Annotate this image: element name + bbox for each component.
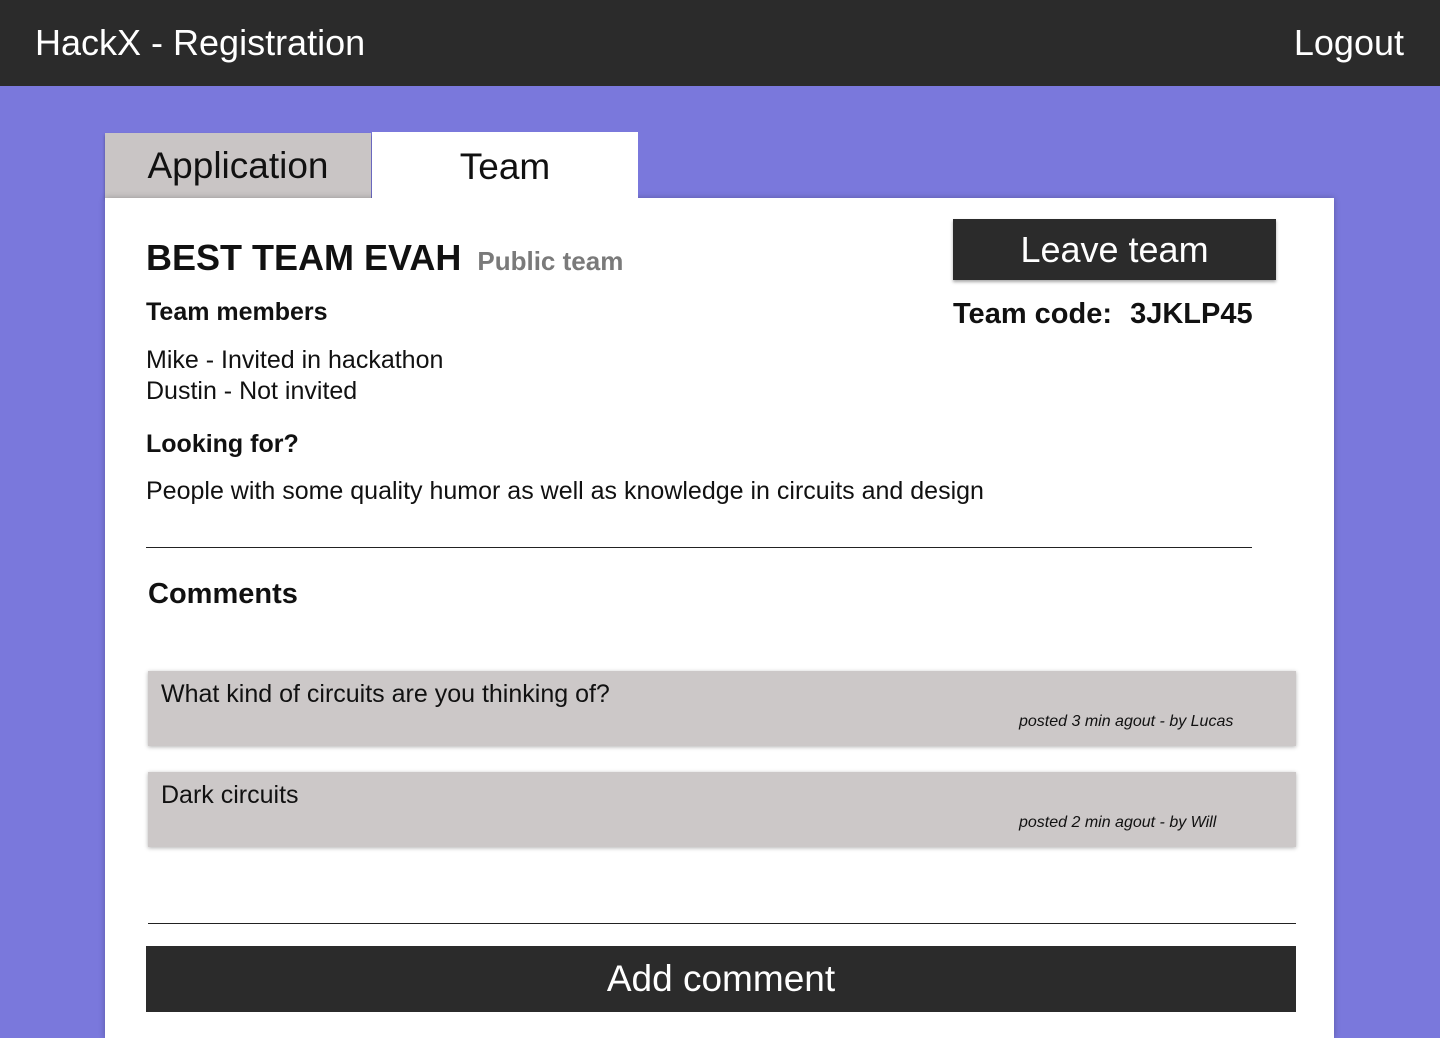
team-members-list: Mike - Invited in hackathon Dustin - Not… xyxy=(146,345,443,407)
list-item: Mike - Invited in hackathon xyxy=(146,346,444,374)
comment-input-line[interactable] xyxy=(148,923,1296,924)
team-name: BEST TEAM EVAH xyxy=(146,237,462,278)
logout-link[interactable]: Logout xyxy=(1294,20,1404,66)
comment-card: Dark circuits posted 2 min agout - by Wi… xyxy=(148,772,1296,847)
team-panel: BEST TEAM EVAH Public team Leave team Te… xyxy=(105,198,1334,1038)
looking-for-text: People with some quality humor as well a… xyxy=(146,477,984,505)
list-item: Dustin - Not invited xyxy=(146,377,358,405)
team-visibility-label: Public team xyxy=(477,246,624,276)
add-comment-button[interactable]: Add comment xyxy=(146,946,1296,1012)
comment-meta: posted 2 min agout - by Will xyxy=(1019,814,1217,831)
app-title: HackX - Registration xyxy=(35,22,366,63)
looking-for-heading: Looking for? xyxy=(146,430,299,458)
team-name-heading: BEST TEAM EVAH Public team xyxy=(146,236,623,283)
comment-text: Dark circuits xyxy=(161,781,299,809)
divider xyxy=(146,547,1252,548)
leave-team-button[interactable]: Leave team xyxy=(953,219,1276,280)
comment-card: What kind of circuits are you thinking o… xyxy=(148,671,1296,746)
comment-meta: posted 3 min agout - by Lucas xyxy=(1019,713,1234,730)
comment-text: What kind of circuits are you thinking o… xyxy=(161,680,610,708)
comments-heading: Comments xyxy=(148,578,298,610)
team-code: Team code: 3JKLP45 xyxy=(953,298,1253,331)
top-bar: HackX - Registration Logout xyxy=(0,0,1440,86)
tab-application[interactable]: Application xyxy=(105,133,371,198)
team-members-heading: Team members xyxy=(146,298,328,326)
team-code-value: 3JKLP45 xyxy=(1130,298,1253,330)
tab-team[interactable]: Team xyxy=(372,132,638,202)
team-code-label: Team code: xyxy=(953,298,1113,330)
